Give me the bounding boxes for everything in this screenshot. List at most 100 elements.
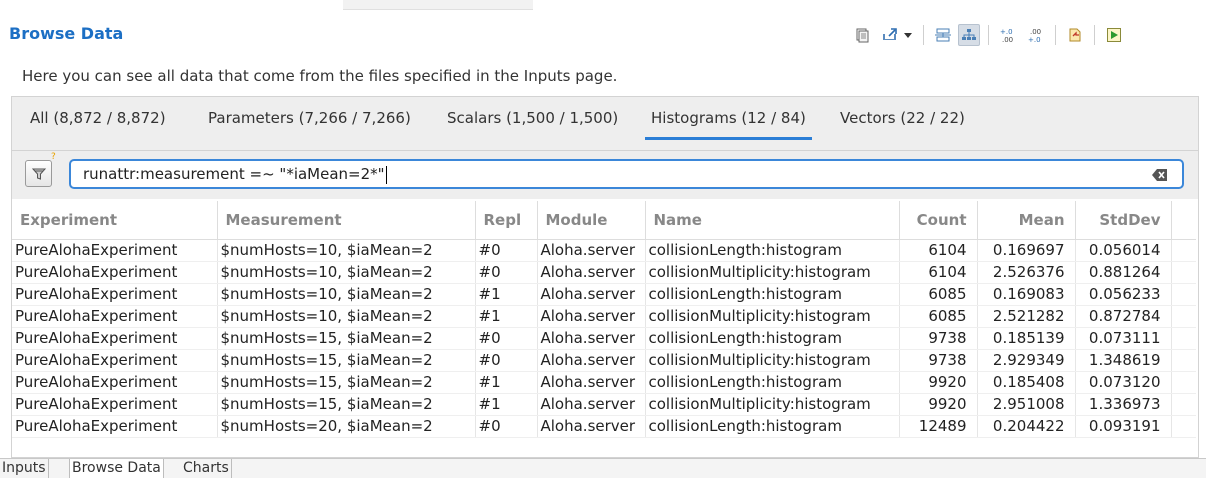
cell-filler xyxy=(1171,371,1196,394)
cell-name: collisionMultiplicity:histogram xyxy=(645,349,900,372)
copy-icon[interactable] xyxy=(851,24,873,46)
filter-icon xyxy=(31,168,46,180)
page-tab-charts[interactable]: Charts xyxy=(181,459,232,478)
cell-count: 6085 xyxy=(899,283,978,306)
column-header-module[interactable]: Module xyxy=(537,201,646,240)
filter-text: runattr:measurement =~ "*iaMean=2*" xyxy=(83,165,385,183)
tab-vectors[interactable]: Vectors (22 / 22) xyxy=(840,109,965,127)
tab-parameters[interactable]: Parameters (7,266 / 7,266) xyxy=(208,109,411,127)
cell-mean: 0.169697 xyxy=(977,239,1076,262)
column-header-mean[interactable]: Mean xyxy=(977,201,1076,240)
tree-view-icon[interactable] xyxy=(958,24,980,46)
tab-scalars[interactable]: Scalars (1,500 / 1,500) xyxy=(447,109,618,127)
table-row[interactable]: PureAlohaExperiment $numHosts=10, $iaMean… xyxy=(12,261,1196,284)
page-tab-browse-data[interactable]: Browse Data xyxy=(69,459,164,478)
cell-experiment: PureAlohaExperiment xyxy=(12,283,218,306)
cell-replication: #1 xyxy=(475,393,538,416)
cell-name: collisionMultiplicity:histogram xyxy=(645,261,900,284)
cell-module: Aloha.server xyxy=(537,239,646,262)
cell-name: collisionMultiplicity:histogram xyxy=(645,393,900,416)
cell-measurement: $numHosts=15, $iaMean=2 xyxy=(217,393,476,416)
table-row[interactable]: PureAlohaExperiment $numHosts=15, $iaMean… xyxy=(12,371,1196,394)
cell-mean: 0.204422 xyxy=(977,415,1076,438)
filter-input[interactable]: runattr:measurement =~ "*iaMean=2*" xyxy=(69,159,1184,189)
decrease-decimals-icon[interactable]: .00 +.0 xyxy=(1025,24,1047,46)
toolbar: +.0.00 .00 +.0 xyxy=(851,23,1125,47)
table-header-row: Experiment Measurement Repl Module Name … xyxy=(12,201,1196,240)
cell-name: collisionLength:histogram xyxy=(645,415,900,438)
cell-mean: 0.169083 xyxy=(977,283,1076,306)
open-file-icon[interactable] xyxy=(1064,24,1086,46)
column-header-name[interactable]: Name xyxy=(645,201,900,240)
editor-tab[interactable] xyxy=(343,0,533,10)
cell-experiment: PureAlohaExperiment xyxy=(12,239,218,262)
column-header-stddev[interactable]: StdDev xyxy=(1075,201,1172,240)
cell-mean: 0.185408 xyxy=(977,371,1076,394)
clear-filter-icon[interactable] xyxy=(1152,168,1168,182)
editor-page-tabs: Inputs Browse Data Charts xyxy=(0,458,1206,478)
browse-data-page: Browse Data +.0.00 .00 +.0 Here you can … xyxy=(0,10,1206,458)
cell-filler xyxy=(1171,327,1196,350)
cell-experiment: PureAlohaExperiment xyxy=(12,305,218,328)
increase-decimals-icon[interactable]: +.0.00 xyxy=(997,24,1019,46)
svg-text:+.0: +.0 xyxy=(1028,36,1041,43)
table-row[interactable]: PureAlohaExperiment $numHosts=20, $iaMean… xyxy=(12,415,1196,438)
cell-module: Aloha.server xyxy=(537,393,646,416)
cell-stddev: 0.872784 xyxy=(1075,305,1172,328)
cell-count: 9738 xyxy=(899,349,978,372)
page-tab-inputs[interactable]: Inputs xyxy=(0,459,49,478)
cell-module: Aloha.server xyxy=(537,283,646,306)
table-row[interactable]: PureAlohaExperiment $numHosts=10, $iaMean… xyxy=(12,239,1196,262)
column-header-replication[interactable]: Repl xyxy=(475,201,538,240)
cell-mean: 2.951008 xyxy=(977,393,1076,416)
cell-experiment: PureAlohaExperiment xyxy=(12,349,218,372)
cell-measurement: $numHosts=15, $iaMean=2 xyxy=(217,371,476,394)
cell-filler xyxy=(1171,393,1196,416)
table-row[interactable]: PureAlohaExperiment $numHosts=15, $iaMean… xyxy=(12,327,1196,350)
cell-module: Aloha.server xyxy=(537,371,646,394)
run-icon[interactable] xyxy=(1103,24,1125,46)
cell-measurement: $numHosts=20, $iaMean=2 xyxy=(217,415,476,438)
tab-histograms[interactable]: Histograms (12 / 84) xyxy=(645,109,812,140)
cell-replication: #0 xyxy=(475,239,538,262)
tab-all[interactable]: All (8,872 / 8,872) xyxy=(30,109,166,127)
histograms-table: Experiment Measurement Repl Module Name … xyxy=(12,201,1196,438)
cell-filler xyxy=(1171,305,1196,328)
cell-stddev: 1.336973 xyxy=(1075,393,1172,416)
cell-experiment: PureAlohaExperiment xyxy=(12,261,218,284)
cell-count: 9920 xyxy=(899,371,978,394)
table-row[interactable]: PureAlohaExperiment $numHosts=15, $iaMean… xyxy=(12,349,1196,372)
export-dropdown-icon[interactable] xyxy=(901,24,915,46)
export-icon[interactable] xyxy=(879,24,901,46)
column-header-count[interactable]: Count xyxy=(899,201,978,240)
filter-builder-button[interactable] xyxy=(25,160,52,187)
cell-name: collisionLength:histogram xyxy=(645,239,900,262)
cell-filler xyxy=(1171,349,1196,372)
cell-count: 6104 xyxy=(899,239,978,262)
cell-mean: 2.929349 xyxy=(977,349,1076,372)
cell-count: 6104 xyxy=(899,261,978,284)
data-panel: All (8,872 / 8,872) Parameters (7,266 / … xyxy=(11,96,1199,458)
cell-measurement: $numHosts=15, $iaMean=2 xyxy=(217,327,476,350)
text-caret xyxy=(385,165,387,184)
column-header-measurement[interactable]: Measurement xyxy=(217,201,476,240)
cell-replication: #0 xyxy=(475,349,538,372)
cell-name: collisionLength:histogram xyxy=(645,283,900,306)
table-row[interactable]: PureAlohaExperiment $numHosts=10, $iaMean… xyxy=(12,283,1196,306)
svg-text:.00: .00 xyxy=(1002,36,1013,43)
svg-text:+.0: +.0 xyxy=(1000,28,1013,36)
toolbar-separator xyxy=(923,25,924,45)
table-row[interactable]: PureAlohaExperiment $numHosts=10, $iaMean… xyxy=(12,305,1196,328)
cell-count: 6085 xyxy=(899,305,978,328)
cell-measurement: $numHosts=10, $iaMean=2 xyxy=(217,261,476,284)
data-type-tabs: All (8,872 / 8,872) Parameters (7,266 / … xyxy=(12,97,1198,151)
cell-module: Aloha.server xyxy=(537,327,646,350)
cell-filler xyxy=(1171,415,1196,438)
table-row[interactable]: PureAlohaExperiment $numHosts=15, $iaMean… xyxy=(12,393,1196,416)
flat-view-icon[interactable] xyxy=(932,24,954,46)
cell-name: collisionLength:histogram xyxy=(645,327,900,350)
cell-experiment: PureAlohaExperiment xyxy=(12,327,218,350)
column-header-experiment[interactable]: Experiment xyxy=(12,201,218,240)
cell-replication: #0 xyxy=(475,415,538,438)
cell-experiment: PureAlohaExperiment xyxy=(12,393,218,416)
